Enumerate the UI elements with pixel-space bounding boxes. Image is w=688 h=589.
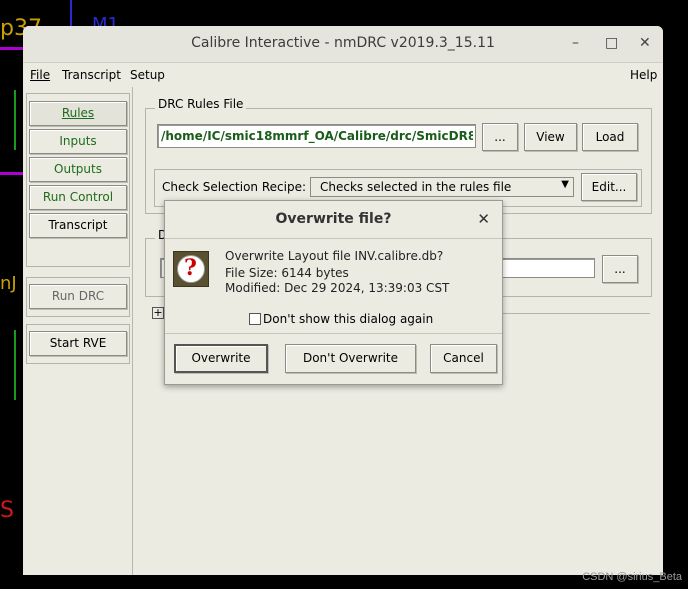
sidebar-item-rules[interactable]: Rules — [29, 101, 127, 126]
question-icon: ? — [173, 251, 209, 287]
window-title: Calibre Interactive - nmDRC v2019.3_15.1… — [191, 35, 495, 51]
bg-label-s: S — [0, 498, 14, 523]
menu-file[interactable]: File — [30, 68, 50, 82]
dialog-file-size: File Size: 6144 bytes — [225, 266, 349, 280]
view-button[interactable]: View — [524, 123, 577, 151]
run-drc-button[interactable]: Run DRC — [29, 284, 127, 309]
dialog-message: Overwrite Layout file INV.calibre.db? — [225, 249, 444, 263]
menu-transcript[interactable]: Transcript — [62, 68, 121, 82]
rules-path-field[interactable]: /home/IC/smic18mmrf_OA/Calibre/drc/SmicD… — [157, 124, 476, 148]
dont-overwrite-button[interactable]: Don't Overwrite — [285, 344, 416, 373]
bg-magenta-line — [0, 47, 23, 50]
menubar: File Transcript Setup Help — [23, 63, 663, 87]
dont-show-label[interactable]: Don't show this dialog again — [263, 312, 433, 326]
bg-blue-line — [70, 0, 72, 26]
cancel-button[interactable]: Cancel — [430, 344, 497, 373]
chevron-down-icon: ▼ — [561, 179, 569, 190]
bg-green-line-2 — [14, 330, 16, 400]
overwrite-button[interactable]: Overwrite — [174, 344, 268, 373]
dialog-button-separator — [165, 333, 502, 334]
rules-browse-button[interactable]: ... — [482, 123, 518, 151]
design-browse-button[interactable]: ... — [602, 255, 638, 283]
bg-label-nj: nJ — [0, 273, 17, 294]
sidebar-item-run-control[interactable]: Run Control — [29, 185, 127, 210]
minimize-icon[interactable]: – — [572, 35, 579, 51]
menu-setup[interactable]: Setup — [130, 68, 165, 82]
menu-help[interactable]: Help — [630, 68, 657, 82]
overwrite-dialog: Overwrite file? ✕ ? Overwrite Layout fil… — [164, 200, 503, 385]
dialog-close-icon[interactable]: ✕ — [477, 210, 490, 228]
titlebar: Calibre Interactive - nmDRC v2019.3_15.1… — [23, 26, 663, 63]
rules-path-value: /home/IC/smic18mmrf_OA/Calibre/drc/SmicD… — [161, 129, 473, 143]
sidebar-item-inputs[interactable]: Inputs — [29, 129, 127, 154]
dialog-title: Overwrite file? — [275, 211, 392, 227]
bg-magenta-line-2 — [0, 172, 23, 175]
sidebar-item-transcript[interactable]: Transcript — [29, 213, 127, 238]
dont-show-checkbox[interactable] — [249, 313, 261, 325]
recipe-select-value: Checks selected in the rules file — [320, 180, 512, 194]
expander-icon[interactable]: + — [152, 307, 164, 319]
question-glyph: ? — [184, 255, 197, 281]
start-rve-button[interactable]: Start RVE — [29, 331, 127, 356]
watermark: CSDN @sirius_Beta — [582, 571, 682, 583]
recipe-select[interactable]: Checks selected in the rules file ▼ — [310, 177, 574, 197]
drc-rules-file-label: DRC Rules File — [155, 97, 247, 111]
sidebar-item-outputs[interactable]: Outputs — [29, 157, 127, 182]
sidebar: Rules Inputs Outputs Run Control Transcr… — [23, 87, 133, 575]
dialog-modified: Modified: Dec 29 2024, 13:39:03 CST — [225, 281, 450, 295]
dialog-title-separator — [165, 238, 502, 239]
maximize-icon[interactable]: □ — [605, 35, 618, 51]
recipe-label: Check Selection Recipe: — [162, 180, 306, 194]
load-button[interactable]: Load — [582, 123, 638, 151]
close-icon[interactable]: ✕ — [639, 35, 651, 51]
edit-recipe-button[interactable]: Edit... — [581, 173, 637, 201]
bg-green-line — [14, 90, 16, 150]
